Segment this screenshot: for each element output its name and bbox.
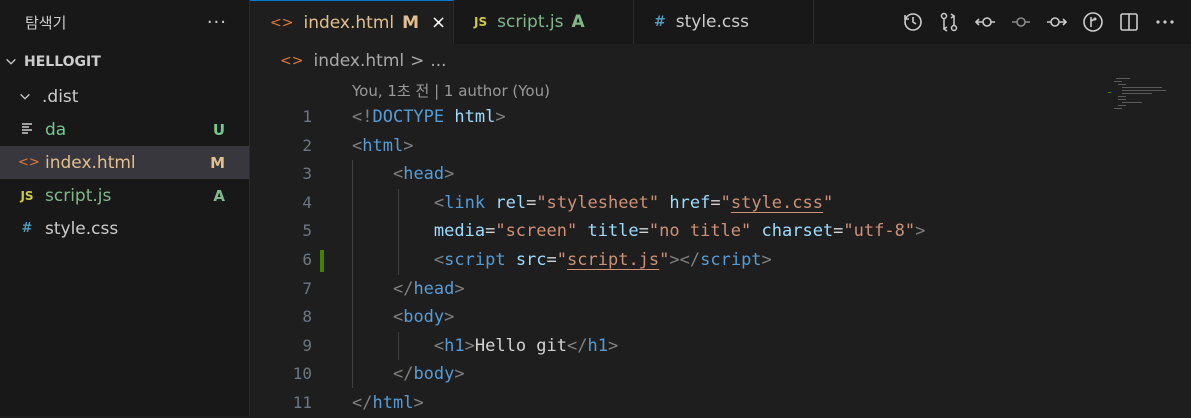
html-file-icon: <> [280, 53, 304, 69]
text-file-icon [18, 121, 36, 139]
line-number: 6 [302, 249, 312, 269]
js-file-icon: JS [20, 188, 34, 203]
link-underline[interactable]: script.js [567, 250, 659, 270]
code-line: <h1>Hello git</h1> [433, 335, 619, 356]
minimap[interactable] [1108, 76, 1168, 126]
editor-tab-bar: <> index.html M × JS script.js A # style… [250, 0, 1191, 44]
line-number: 2 [302, 135, 312, 155]
line-number: 3 [302, 164, 312, 184]
code-line: <head> [392, 164, 455, 185]
breadcrumb-file[interactable]: index.html [313, 51, 404, 71]
tree-item-da[interactable]: da U [0, 113, 249, 146]
tab-git-status: M [402, 12, 420, 33]
chevron-down-icon [20, 93, 30, 100]
css-file-icon: # [654, 14, 666, 30]
more-actions-icon[interactable] [1151, 8, 1179, 36]
tree-item-label: style.css [45, 218, 119, 239]
compare-changes-icon[interactable] [935, 8, 963, 36]
git-status-badge: A [213, 186, 225, 205]
explorer-title: 탐색기 [25, 13, 67, 32]
line-number: 11 [292, 392, 312, 412]
git-added-gutter-marker [320, 250, 324, 272]
line-number: 7 [302, 278, 312, 298]
line-number-gutter: 1 2 3 4 5 6 7 8 9 10 11 [250, 103, 320, 418]
chevron-right-icon: > [410, 51, 425, 71]
more-actions-icon[interactable]: ··· [207, 12, 227, 33]
next-change-icon[interactable] [1043, 8, 1071, 36]
tree-item-index-html[interactable]: <> index.html M [0, 146, 249, 179]
line-number: 10 [292, 364, 312, 384]
breadcrumb: <> index.html > ... [280, 51, 447, 71]
css-file-icon: # [21, 221, 33, 236]
tree-item-style-css[interactable]: # style.css [0, 212, 249, 245]
close-icon[interactable]: × [431, 12, 446, 33]
tree-item-label: .dist [42, 86, 79, 107]
code-editor[interactable]: <!DOCTYPE html> <html> <head> <link rel=… [352, 103, 925, 418]
tab-script-js[interactable]: JS script.js A [454, 0, 634, 44]
tab-label: index.html [303, 12, 395, 33]
split-editor-icon[interactable] [1115, 8, 1143, 36]
code-line: media="screen" title="no title" charset=… [433, 221, 926, 242]
link-underline[interactable]: style.css [731, 193, 823, 213]
previous-change-icon[interactable] [971, 8, 999, 36]
line-number: 9 [302, 335, 312, 355]
code-line: <script src="script.js"></script> [433, 249, 772, 270]
git-graph-icon[interactable] [1079, 8, 1107, 36]
explorer-sidebar: 탐색기 ··· HELLOGIT .dist da U <> index.htm… [0, 0, 250, 416]
git-blame-codelens[interactable]: You, 1초 전 | 1 author (You) [352, 80, 550, 101]
code-line: <body> [392, 307, 455, 328]
git-status-badge: M [210, 153, 225, 172]
line-number: 8 [302, 307, 312, 327]
tab-git-status: A [571, 12, 585, 32]
vertical-scrollbar[interactable] [1177, 44, 1191, 416]
history-icon[interactable] [899, 8, 927, 36]
line-number: 5 [302, 221, 312, 241]
line-number: 1 [302, 107, 312, 126]
commit-icon[interactable] [1007, 8, 1035, 36]
html-file-icon: <> [270, 14, 294, 31]
tree-item-dist[interactable]: .dist [0, 80, 249, 113]
workspace-folder-header[interactable]: HELLOGIT [0, 44, 249, 80]
tab-label: script.js [497, 12, 564, 32]
code-line: <!DOCTYPE html> [352, 107, 506, 127]
chevron-down-icon [6, 58, 16, 65]
tab-label: style.css [675, 12, 749, 32]
git-status-badge: U [212, 120, 225, 139]
line-number: 4 [302, 192, 312, 212]
code-line: </head> [392, 278, 465, 299]
breadcrumb-symbols[interactable]: ... [430, 51, 446, 71]
code-line: <html> [352, 135, 414, 156]
tab-index-html[interactable]: <> index.html M × [250, 0, 454, 44]
code-line: </html> [352, 392, 424, 413]
js-file-icon: JS [474, 15, 488, 29]
code-line: </body> [392, 364, 465, 385]
code-line: <link rel="stylesheet" href="style.css" [433, 192, 834, 213]
explorer-header: 탐색기 ··· [0, 0, 249, 44]
html-file-icon: <> [18, 155, 40, 170]
editor-toolbar [899, 8, 1179, 36]
workspace-folder-name: HELLOGIT [24, 54, 101, 70]
tree-item-script-js[interactable]: JS script.js A [0, 179, 249, 212]
tab-style-css[interactable]: # style.css [634, 0, 814, 44]
